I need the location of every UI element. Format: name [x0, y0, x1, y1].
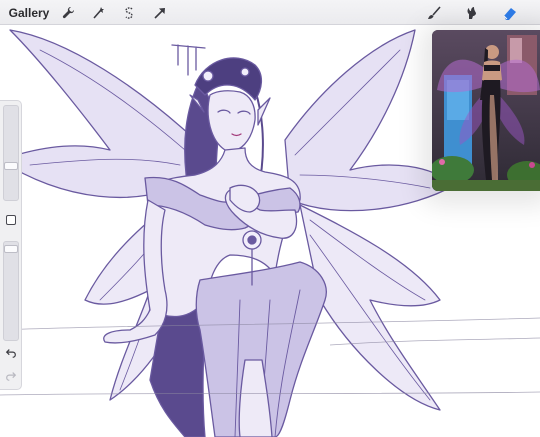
wrench-icon[interactable]: [58, 2, 78, 23]
eraser-icon[interactable]: [498, 2, 522, 23]
brush-size-thumb[interactable]: [4, 162, 18, 170]
transform-arrow-icon[interactable]: [150, 2, 170, 23]
reference-photo: [432, 30, 540, 191]
brush-opacity-thumb[interactable]: [4, 245, 18, 253]
reference-photo-window[interactable]: [432, 30, 540, 191]
redo-icon[interactable]: [4, 369, 18, 383]
brush-size-slider[interactable]: [3, 105, 19, 201]
left-sidebar: [0, 100, 22, 390]
undo-icon[interactable]: [4, 346, 18, 360]
adjustments-wand-icon[interactable]: [88, 2, 108, 23]
modify-square-icon[interactable]: [6, 215, 16, 225]
brush-opacity-slider[interactable]: [3, 241, 19, 341]
gallery-button[interactable]: Gallery: [4, 2, 54, 23]
top-toolbar: Gallery: [0, 0, 540, 25]
selection-s-icon[interactable]: [119, 2, 139, 23]
brush-icon[interactable]: [423, 2, 445, 23]
smudge-icon[interactable]: [460, 2, 482, 23]
